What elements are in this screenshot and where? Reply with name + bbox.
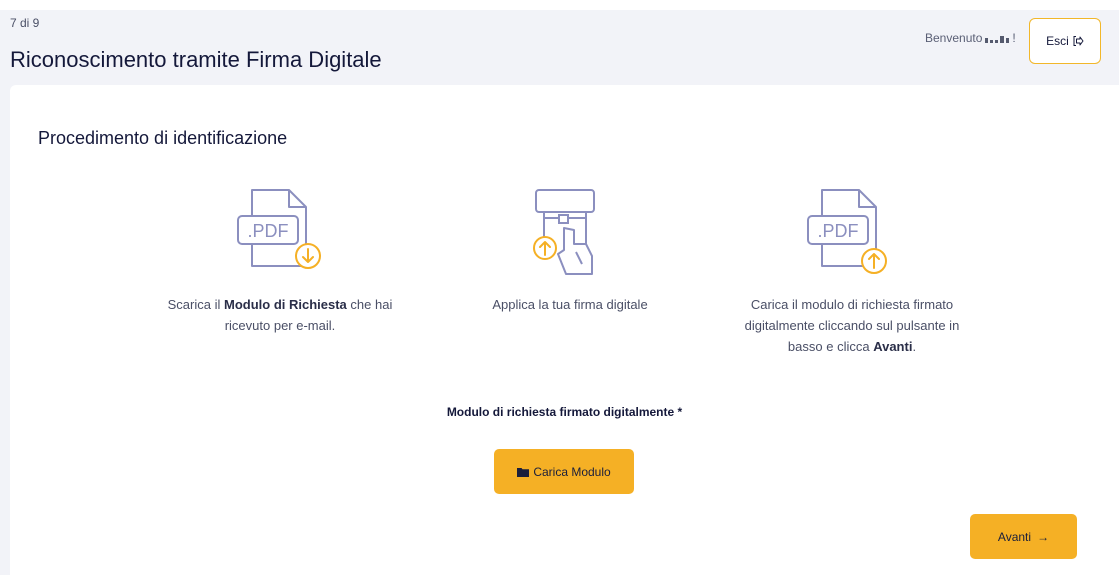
page-title: Riconoscimento tramite Firma Digitale bbox=[10, 47, 382, 72]
top-strip bbox=[0, 0, 1119, 10]
next-label: Avanti bbox=[997, 529, 1032, 544]
welcome-suffix: ! bbox=[1012, 31, 1016, 45]
pdf-upload-icon: .PDF bbox=[807, 189, 887, 274]
step-sign-text: Applica la tua firma digitale bbox=[492, 297, 648, 312]
step-download-text-1: Scarica il bbox=[167, 297, 224, 312]
sign-upload-icon bbox=[533, 189, 595, 275]
upload-field-label: Modulo di richiesta firmato digitalmente… bbox=[446, 405, 683, 419]
pdf-label: .PDF bbox=[247, 221, 288, 241]
arrow-right-icon: → bbox=[1037, 529, 1050, 544]
upload-module-label: Carica Modulo bbox=[533, 464, 611, 479]
step-upload-text-1: Carica il modulo di richiesta firmato di… bbox=[744, 297, 960, 354]
exit-button[interactable]: Esci bbox=[1029, 18, 1101, 64]
step-upload-bold: Avanti bbox=[873, 339, 913, 354]
welcome-text: Benvenuto ! bbox=[925, 31, 1016, 45]
step-download: Scarica il Modulo di Richiesta che hai r… bbox=[160, 294, 400, 336]
step-counter: 7 di 9 bbox=[10, 16, 40, 30]
pdf-label: .PDF bbox=[817, 221, 858, 241]
step-sign: Applica la tua firma digitale bbox=[450, 294, 690, 315]
step-upload: Carica il modulo di richiesta firmato di… bbox=[737, 294, 967, 357]
step-upload-text-2: . bbox=[912, 339, 917, 354]
folder-icon bbox=[517, 467, 530, 477]
welcome-label: Benvenuto bbox=[925, 31, 983, 45]
exit-icon bbox=[1073, 36, 1084, 46]
step-download-bold: Modulo di Richiesta bbox=[224, 297, 347, 312]
exit-label: Esci bbox=[1046, 34, 1069, 48]
next-button[interactable]: Avanti → bbox=[970, 514, 1077, 559]
redacted-username bbox=[985, 33, 1010, 43]
section-title: Procedimento di identificazione bbox=[38, 128, 288, 148]
upload-module-button[interactable]: Carica Modulo bbox=[494, 449, 634, 494]
main-card: Procedimento di identificazione .PDF Sca… bbox=[10, 85, 1119, 575]
pdf-download-icon: .PDF bbox=[237, 189, 321, 269]
